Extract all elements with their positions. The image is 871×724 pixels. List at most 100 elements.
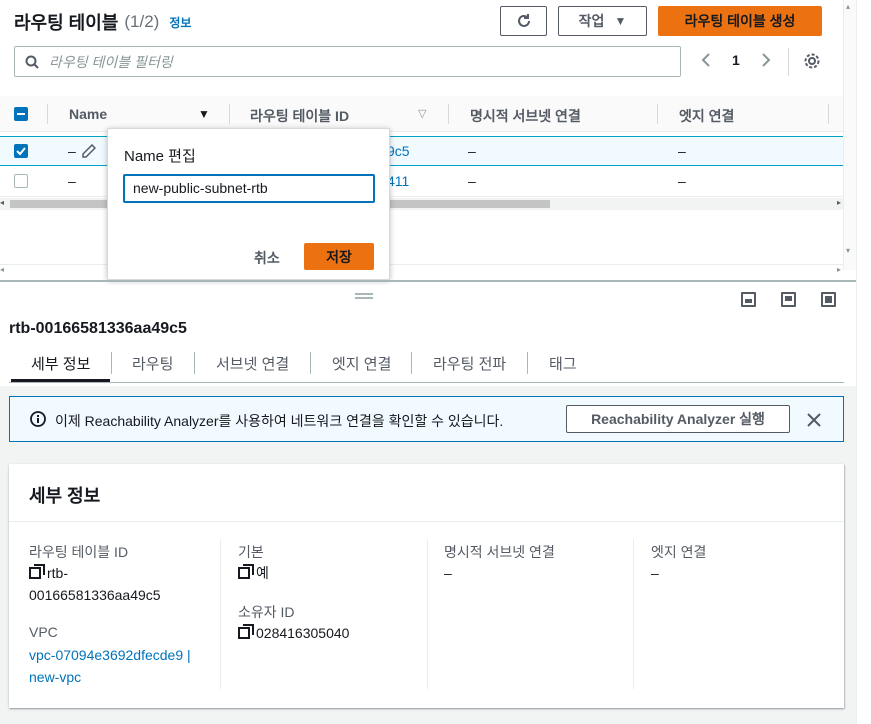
row-edge: – xyxy=(678,173,686,189)
column-divider[interactable] xyxy=(657,104,658,124)
sort-desc-icon[interactable]: ▼ xyxy=(198,107,210,121)
row-explicit-subnet: – xyxy=(468,173,476,189)
filter-input[interactable]: 라우팅 테이블 필터링 xyxy=(14,46,681,77)
info-link[interactable]: 정보 xyxy=(169,14,191,31)
column-divider xyxy=(427,539,428,689)
column-header-edge[interactable]: 엣지 연결 xyxy=(679,106,734,126)
selection-count: (1/2) xyxy=(124,12,160,31)
column-divider[interactable] xyxy=(448,104,449,124)
row-checkbox[interactable] xyxy=(14,144,28,158)
vpc-label: VPC xyxy=(29,624,58,640)
scroll-left-icon[interactable]: ◂ xyxy=(0,265,4,274)
column-divider[interactable] xyxy=(229,104,230,124)
resize-grip-icon[interactable] xyxy=(355,293,373,299)
save-button[interactable]: 저장 xyxy=(304,243,374,270)
vpc-link[interactable]: vpc-07094e3692dfecde9 | new-vpc xyxy=(29,644,191,688)
copy-icon[interactable] xyxy=(29,564,45,579)
caret-down-icon: ▼ xyxy=(614,14,627,28)
popover-title: Name 편집 xyxy=(124,148,196,165)
active-tab-underline xyxy=(11,379,110,382)
route-tables-panel: 라우팅 테이블 (1/2) 정보 작업 ▼ 라우팅 테이블 생성 라우팅 테이블… xyxy=(0,0,856,280)
row-explicit-subnet: – xyxy=(468,143,476,159)
owner-id-label: 소유자 ID xyxy=(238,604,295,620)
column-header-explicit-subnet[interactable]: 명시적 서브넷 연결 xyxy=(470,106,581,126)
tab-tags[interactable]: 태그 xyxy=(549,353,577,374)
explicit-subnet-label: 명시적 서브넷 연결 xyxy=(444,544,555,560)
column-divider xyxy=(47,104,48,124)
edge-association-value: – xyxy=(651,565,659,581)
scroll-right-icon[interactable]: ▸ xyxy=(837,198,841,207)
next-page-icon[interactable] xyxy=(760,52,772,71)
current-page[interactable]: 1 xyxy=(732,52,740,68)
main-value: 예 xyxy=(238,562,269,584)
table-header: Name ▼ 라우팅 테이블 ID ▽ 명시적 서브넷 연결 엣지 연결 xyxy=(0,96,843,132)
actions-label: 작업 xyxy=(578,13,605,29)
pager-divider xyxy=(788,48,789,76)
scroll-left-icon[interactable]: ◂ xyxy=(0,198,4,207)
main-label: 기본 xyxy=(238,544,264,560)
panel-header: 라우팅 테이블 (1/2) 정보 xyxy=(14,8,191,36)
scroll-up-icon[interactable]: ▴ xyxy=(846,2,850,11)
prev-page-icon[interactable] xyxy=(700,52,712,71)
page-title: 라우팅 테이블 xyxy=(14,13,119,33)
scroll-right-icon[interactable]: ▸ xyxy=(837,265,841,274)
route-table-id-part1: rtb- xyxy=(47,565,68,581)
vpc-name[interactable]: new-vpc xyxy=(29,669,81,685)
alert-text: 이제 Reachability Analyzer를 사용하여 네트워크 연결을 … xyxy=(55,413,504,429)
route-table-id-link[interactable]: 411 xyxy=(387,173,409,189)
scroll-down-icon[interactable]: ▾ xyxy=(846,246,850,255)
tab-divider xyxy=(194,352,195,374)
layout-split-icon[interactable] xyxy=(781,292,796,307)
tab-divider xyxy=(310,352,311,374)
route-table-id-part2: 00166581336aa49c5 xyxy=(29,587,161,603)
details-header: 세부 정보 xyxy=(9,464,844,522)
filter-placeholder: 라우팅 테이블 필터링 xyxy=(49,53,173,70)
tab-divider xyxy=(111,352,112,374)
reachability-alert: 이제 Reachability Analyzer를 사용하여 네트워크 연결을 … xyxy=(9,396,844,442)
copy-icon[interactable] xyxy=(238,564,254,579)
page-vertical-scrollbar[interactable] xyxy=(856,0,871,724)
refresh-icon xyxy=(517,14,530,27)
row-name: – xyxy=(68,173,76,189)
sort-icon[interactable]: ▽ xyxy=(418,107,426,120)
close-icon[interactable] xyxy=(807,413,821,427)
info-icon xyxy=(30,411,46,427)
vpc-id[interactable]: vpc-07094e3692dfecde9 | xyxy=(29,647,191,663)
layout-full-icon[interactable] xyxy=(821,292,836,307)
column-header-name[interactable]: Name xyxy=(69,106,107,122)
explicit-subnet-value: – xyxy=(444,565,452,581)
main-value-text: 예 xyxy=(256,565,269,581)
tab-edge-associations[interactable]: 엣지 연결 xyxy=(332,353,391,374)
cancel-button[interactable]: 취소 xyxy=(254,248,280,268)
name-input[interactable]: new-public-subnet-rtb xyxy=(123,174,375,203)
copy-icon[interactable] xyxy=(238,624,254,639)
edit-name-popover: Name 편집 new-public-subnet-rtb 취소 저장 xyxy=(107,128,390,280)
tab-divider xyxy=(411,352,412,374)
run-reachability-analyzer-button[interactable]: Reachability Analyzer 실행 xyxy=(566,405,790,433)
search-icon xyxy=(25,55,39,69)
row-name: – xyxy=(68,143,76,159)
refresh-button[interactable] xyxy=(500,6,547,36)
create-route-table-button[interactable]: 라우팅 테이블 생성 xyxy=(658,6,822,36)
route-table-id-link[interactable]: 9c5 xyxy=(387,143,410,159)
tab-subnet-associations[interactable]: 서브넷 연결 xyxy=(216,353,289,374)
row-edge: – xyxy=(678,143,686,159)
owner-id-value: 028416305040 xyxy=(238,622,349,644)
tab-details[interactable]: 세부 정보 xyxy=(31,353,90,374)
tab-divider xyxy=(527,352,528,374)
tab-route-propagation[interactable]: 라우팅 전파 xyxy=(433,353,506,374)
panel-vertical-scrollbar[interactable]: ▴ ▾ xyxy=(843,0,856,270)
edit-pencil-icon[interactable] xyxy=(82,143,97,161)
select-all-checkbox[interactable] xyxy=(14,107,28,121)
details-container: 세부 정보 라우팅 테이블 ID rtb- 00166581336aa49c5 … xyxy=(9,464,844,708)
layout-bottom-icon[interactable] xyxy=(741,292,756,307)
details-title: 세부 정보 xyxy=(29,486,101,506)
tab-routes[interactable]: 라우팅 xyxy=(132,353,173,374)
panel-splitter[interactable] xyxy=(0,280,856,282)
settings-gear-icon[interactable] xyxy=(803,52,821,73)
route-table-id-label: 라우팅 테이블 ID xyxy=(29,544,129,560)
row-checkbox[interactable] xyxy=(14,174,28,188)
edge-association-label: 엣지 연결 xyxy=(651,544,707,560)
column-header-route-table-id[interactable]: 라우팅 테이블 ID xyxy=(250,106,349,126)
actions-button[interactable]: 작업 ▼ xyxy=(558,6,647,36)
